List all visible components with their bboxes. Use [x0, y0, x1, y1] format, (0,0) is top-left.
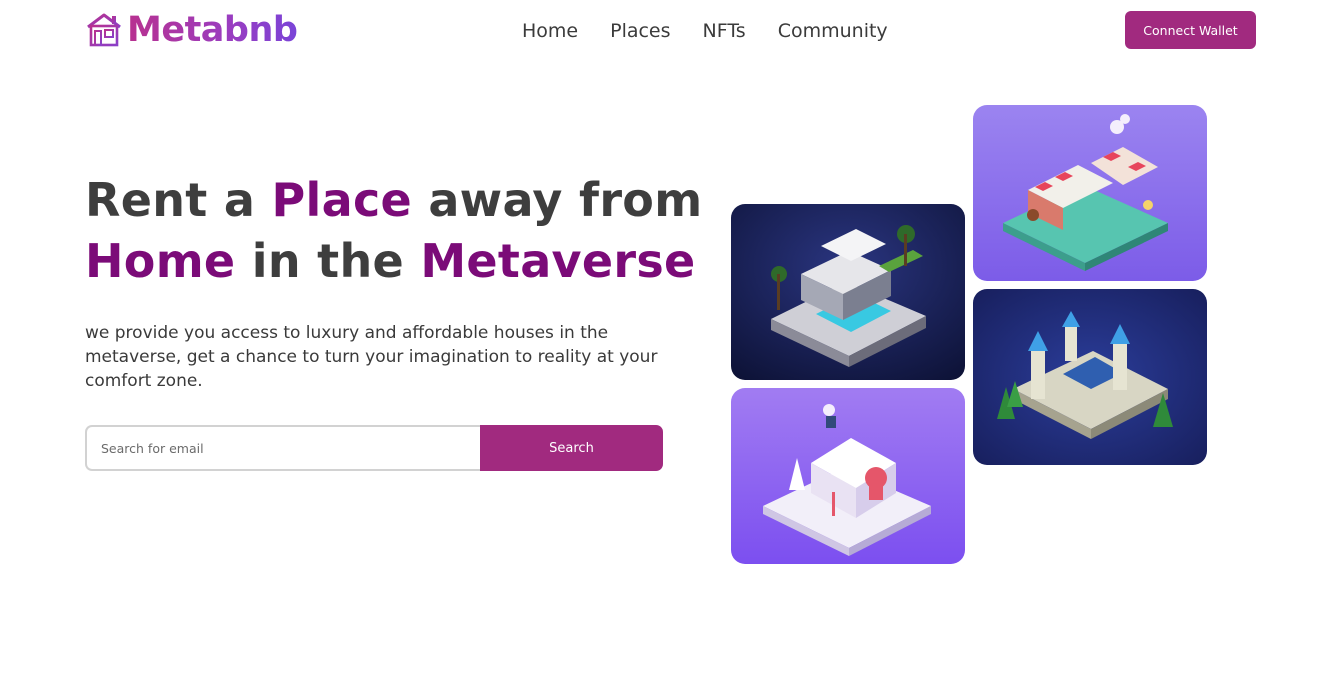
hero-title: Rent a Place away from Home in the Metave…: [85, 170, 705, 292]
hero-title-part: Rent a: [85, 173, 272, 227]
nav-item-places[interactable]: Places: [610, 18, 670, 44]
house-icon: [87, 13, 121, 47]
gallery-image-market: [973, 105, 1207, 281]
hero-description: we provide you access to luxury and affo…: [85, 323, 658, 391]
search-button[interactable]: Search: [480, 425, 663, 471]
brand-logo[interactable]: Metabnb: [85, 10, 298, 50]
gallery-image-cottage: [731, 388, 965, 564]
hero-title-accent: Metaverse: [420, 234, 696, 288]
nav-item-community[interactable]: Community: [778, 18, 888, 44]
nav-item-nfts[interactable]: NFTs: [703, 18, 746, 44]
connect-wallet-button[interactable]: Connect Wallet: [1125, 11, 1256, 49]
castle-illustration: [973, 289, 1207, 465]
villa-illustration: [731, 204, 965, 380]
hero-title-accent: Place: [271, 173, 413, 227]
hero-title-part: away from: [412, 173, 703, 227]
brand-name: Metabnb: [127, 10, 298, 50]
gallery-image-villa: [731, 204, 965, 380]
hero-title-part: in the: [235, 234, 421, 288]
cottage-illustration: [731, 388, 965, 564]
hero-title-accent: Home: [85, 234, 236, 288]
gallery-image-castle: [973, 289, 1207, 465]
nav-item-home[interactable]: Home: [522, 18, 578, 44]
market-illustration: [973, 105, 1207, 281]
search-input[interactable]: [85, 425, 480, 471]
search-form: Search: [85, 425, 663, 471]
main-nav: Home Places NFTs Community: [522, 18, 888, 44]
